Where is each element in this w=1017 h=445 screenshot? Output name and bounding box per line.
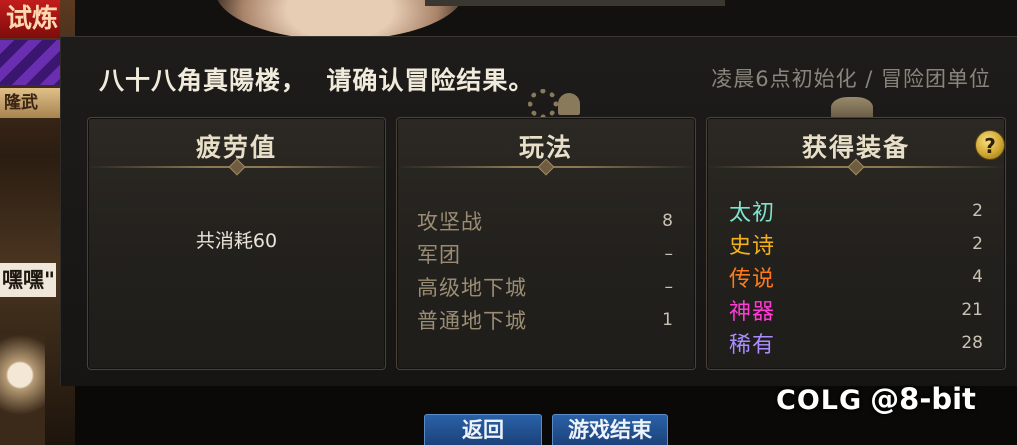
- fatigue-consumed: 共消耗60: [195, 230, 278, 252]
- content-count: 1: [662, 309, 673, 330]
- rarity-label: 稀有: [729, 332, 776, 358]
- end-game-button[interactable]: 游戏结束: [552, 414, 668, 445]
- adventure-result-dialog: 八十八角真陽楼， 请确认冒险结果。 凌晨6点初始化 / 冒险团单位 疲劳值 共消…: [60, 36, 1017, 386]
- list-item: 史诗 2: [729, 227, 983, 260]
- panel-header: 疲劳值: [88, 118, 385, 178]
- background-sign: 隆武: [0, 88, 62, 118]
- list-item: 太初 2: [729, 194, 983, 227]
- loot-list: 太初 2 史诗 2 传说 4 神器 21 稀有 28: [729, 194, 983, 359]
- background-event-tag: 试炼: [0, 0, 60, 38]
- background-stripe: [0, 40, 60, 85]
- rarity-count: 21: [961, 299, 983, 320]
- rarity-count: 28: [961, 332, 983, 353]
- axe-icon: [558, 93, 580, 115]
- content-list: 攻坚战 8 军团 – 高级地下城 – 普通地下城 1: [417, 204, 673, 336]
- reset-note: 凌晨6点初始化 / 冒险团单位: [711, 67, 991, 91]
- content-label: 普通地下城: [417, 308, 527, 333]
- list-item: 攻坚战 8: [417, 204, 673, 237]
- content-label: 攻坚战: [417, 209, 483, 234]
- list-item: 普通地下城 1: [417, 303, 673, 336]
- list-item: 稀有 28: [729, 326, 983, 359]
- watermark-brand: COLG: [776, 385, 863, 416]
- rarity-count: 2: [972, 233, 983, 254]
- rarity-label: 太初: [729, 200, 776, 226]
- list-item: 传说 4: [729, 260, 983, 293]
- fatigue-panel: 疲劳值 共消耗60: [87, 117, 386, 370]
- background-scene-top: [75, 0, 1017, 40]
- content-count: –: [664, 276, 674, 297]
- list-item: 神器 21: [729, 293, 983, 326]
- rarity-label: 神器: [729, 299, 776, 325]
- rarity-label: 史诗: [729, 233, 776, 259]
- rarity-count: 2: [972, 200, 983, 221]
- character-portrait: [215, 0, 465, 40]
- content-panel: 玩法 攻坚战 8 军团 – 高级地下城 – 普通地下城 1: [396, 117, 696, 370]
- dialog-title: 八十八角真陽楼， 请确认冒险结果。: [99, 66, 535, 95]
- background-character: [0, 335, 45, 445]
- gear-icon: [528, 89, 558, 119]
- content-label: 军团: [417, 242, 461, 267]
- watermark-handle: @8-bit: [870, 382, 976, 416]
- content-count: 8: [662, 210, 673, 231]
- background-bar: [425, 0, 725, 6]
- loot-panel: 获得装备 ? 太初 2 史诗 2 传说 4 神器 21 稀有 28: [706, 117, 1006, 370]
- rarity-count: 4: [972, 266, 983, 287]
- content-label: 高级地下城: [417, 275, 527, 300]
- help-icon[interactable]: ?: [975, 130, 1005, 160]
- content-count: –: [664, 243, 674, 264]
- loot-heading: 获得装备: [801, 133, 910, 162]
- fatigue-heading: 疲劳值: [195, 133, 277, 162]
- content-heading: 玩法: [518, 133, 573, 162]
- back-button[interactable]: 返回: [424, 414, 542, 445]
- rarity-label: 传说: [729, 266, 776, 292]
- background-speech-bubble: 嘿嘿": [0, 263, 56, 297]
- watermark: COLG @8-bit: [776, 382, 976, 416]
- list-item: 军团 –: [417, 237, 673, 270]
- panel-header: 玩法: [397, 118, 695, 178]
- panel-header: 获得装备: [707, 118, 1005, 178]
- list-item: 高级地下城 –: [417, 270, 673, 303]
